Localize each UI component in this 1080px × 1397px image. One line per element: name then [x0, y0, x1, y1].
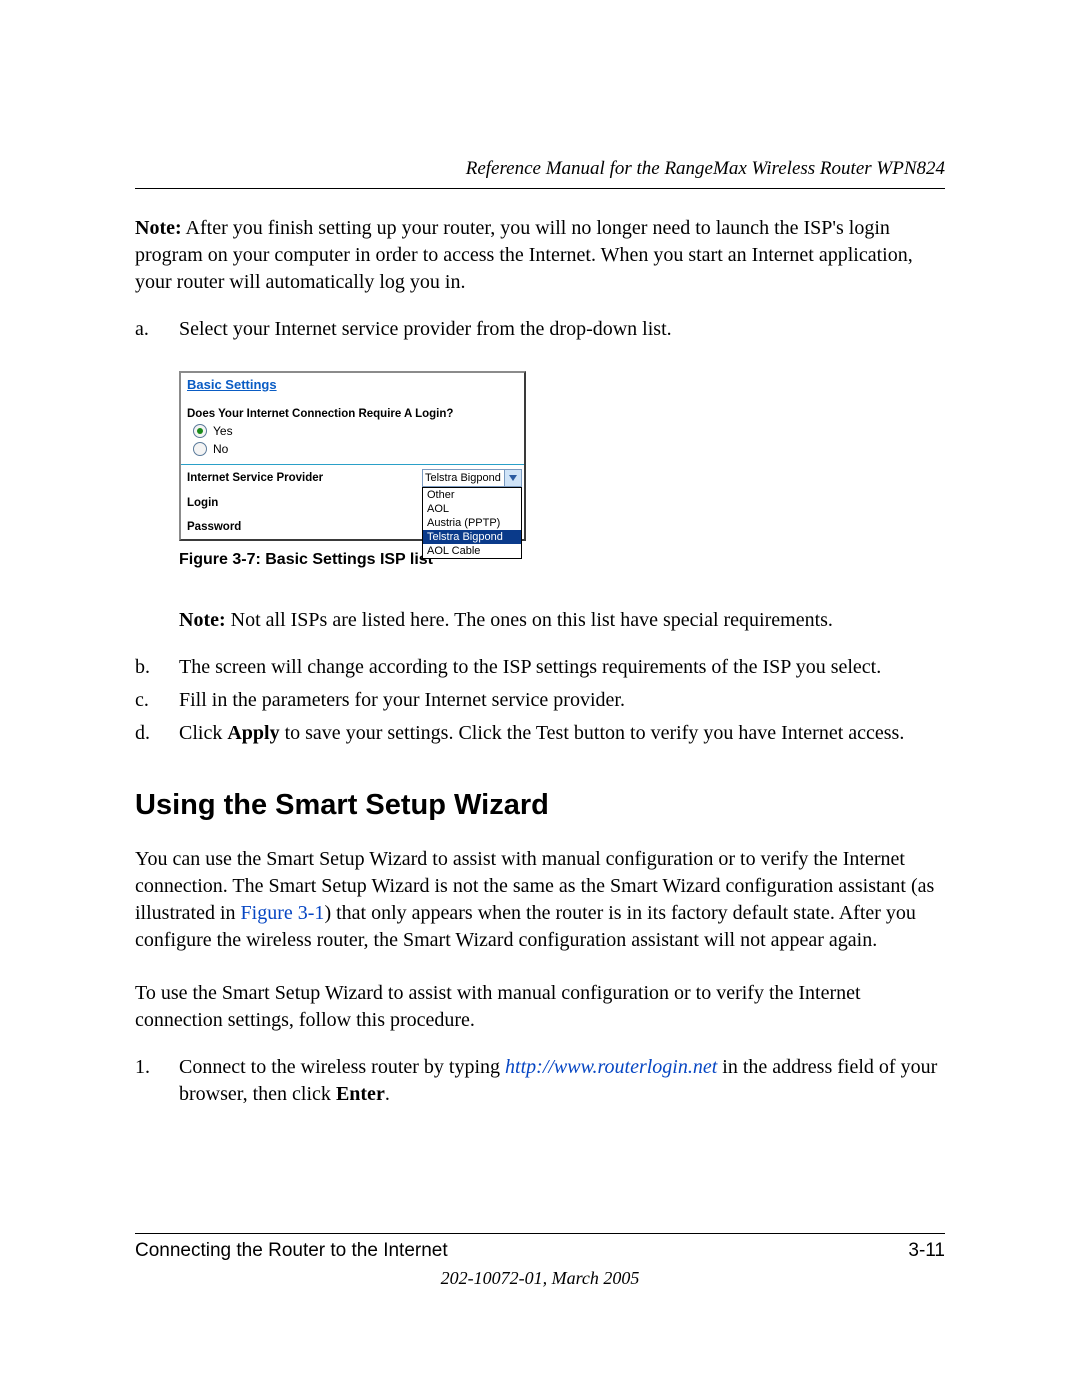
isp-options-list[interactable]: Other AOL Austria (PPTP) Telstra Bigpond… — [422, 487, 522, 559]
step-1: 1. Connect to the wireless router by typ… — [135, 1054, 945, 1108]
routerlogin-url-link[interactable]: http://www.routerlogin.net — [505, 1056, 717, 1078]
figure-3-1-link[interactable]: Figure 3-1 — [241, 902, 325, 924]
footer-rule — [135, 1233, 945, 1234]
note-paragraph-2: Note: Not all ISPs are listed here. The … — [179, 607, 945, 634]
step-1-c: . — [385, 1083, 390, 1105]
step-1-bold: Enter — [336, 1083, 385, 1105]
note-label-2: Note: — [179, 609, 226, 631]
isp-option-austria[interactable]: Austria (PPTP) — [423, 516, 521, 530]
page: Reference Manual for the RangeMax Wirele… — [0, 0, 1080, 1397]
step-d-post: to save your settings. Click the Test bu… — [280, 722, 905, 744]
numbered-steps: 1. Connect to the wireless router by typ… — [135, 1054, 945, 1108]
running-header: Reference Manual for the RangeMax Wirele… — [135, 158, 945, 180]
section-p1: You can use the Smart Setup Wizard to as… — [135, 846, 945, 954]
step-1-marker: 1. — [135, 1054, 179, 1108]
login-question: Does Your Internet Connection Require A … — [181, 406, 524, 422]
section-p2: To use the Smart Setup Wizard to assist … — [135, 980, 945, 1034]
note-paragraph-1: Note: After you finish setting up your r… — [135, 215, 945, 296]
steps-list-a: a. Select your Internet service provider… — [135, 316, 945, 343]
step-c-marker: c. — [135, 687, 179, 714]
isp-option-aol[interactable]: AOL — [423, 502, 521, 516]
step-d: d. Click Apply to save your settings. Cl… — [135, 720, 945, 747]
isp-row: Internet Service Provider Telstra Bigpon… — [181, 465, 524, 491]
footer-sub: 202-10072-01, March 2005 — [135, 1268, 945, 1289]
basic-settings-title: Basic Settings — [181, 373, 524, 406]
step-c: c. Fill in the parameters for your Inter… — [135, 687, 945, 714]
step-1-text: Connect to the wireless router by typing… — [179, 1054, 945, 1108]
step-a-text: Select your Internet service provider fr… — [179, 316, 672, 343]
step-d-text: Click Apply to save your settings. Click… — [179, 720, 904, 747]
figure-3-7: Basic Settings Does Your Internet Connec… — [179, 371, 945, 569]
radio-no-label: No — [213, 442, 228, 456]
step-b: b. The screen will change according to t… — [135, 654, 945, 681]
footer-left: Connecting the Router to the Internet — [135, 1240, 448, 1262]
step-b-text: The screen will change according to the … — [179, 654, 881, 681]
isp-label: Internet Service Provider — [187, 472, 422, 484]
step-b-marker: b. — [135, 654, 179, 681]
radio-yes-row[interactable]: Yes — [181, 422, 524, 440]
isp-option-telstra[interactable]: Telstra Bigpond — [423, 530, 521, 544]
steps-list-bcd: b. The screen will change according to t… — [135, 654, 945, 747]
radio-yes[interactable] — [193, 424, 207, 438]
note-text-2: Not all ISPs are listed here. The ones o… — [226, 609, 833, 631]
isp-option-other[interactable]: Other — [423, 488, 521, 502]
note-text-1: After you finish setting up your router,… — [135, 217, 913, 293]
chevron-down-icon[interactable] — [504, 470, 521, 486]
radio-no-row[interactable]: No — [181, 440, 524, 458]
footer-line: Connecting the Router to the Internet 3-… — [135, 1240, 945, 1262]
step-d-pre: Click — [179, 722, 227, 744]
section-heading: Using the Smart Setup Wizard — [135, 789, 945, 822]
radio-yes-label: Yes — [213, 424, 233, 438]
step-a-marker: a. — [135, 316, 179, 343]
basic-settings-panel: Basic Settings Does Your Internet Connec… — [179, 371, 526, 541]
isp-select-value: Telstra Bigpond — [423, 472, 504, 484]
radio-no[interactable] — [193, 442, 207, 456]
figure-caption: Figure 3-7: Basic Settings ISP list — [179, 551, 945, 569]
isp-select[interactable]: Telstra Bigpond Other AOL Austria (PPTP)… — [422, 469, 522, 487]
page-footer: Connecting the Router to the Internet 3-… — [135, 1233, 945, 1289]
step-c-text: Fill in the parameters for your Internet… — [179, 687, 625, 714]
step-d-bold: Apply — [227, 722, 279, 744]
step-a: a. Select your Internet service provider… — [135, 316, 945, 343]
header-rule — [135, 188, 945, 189]
login-label: Login — [187, 497, 434, 509]
step-d-marker: d. — [135, 720, 179, 747]
step-1-a: Connect to the wireless router by typing — [179, 1056, 505, 1078]
note-label-1: Note: — [135, 217, 182, 239]
password-label: Password — [187, 521, 434, 533]
footer-right: 3-11 — [908, 1240, 945, 1262]
isp-option-aolcable[interactable]: AOL Cable — [423, 544, 521, 558]
